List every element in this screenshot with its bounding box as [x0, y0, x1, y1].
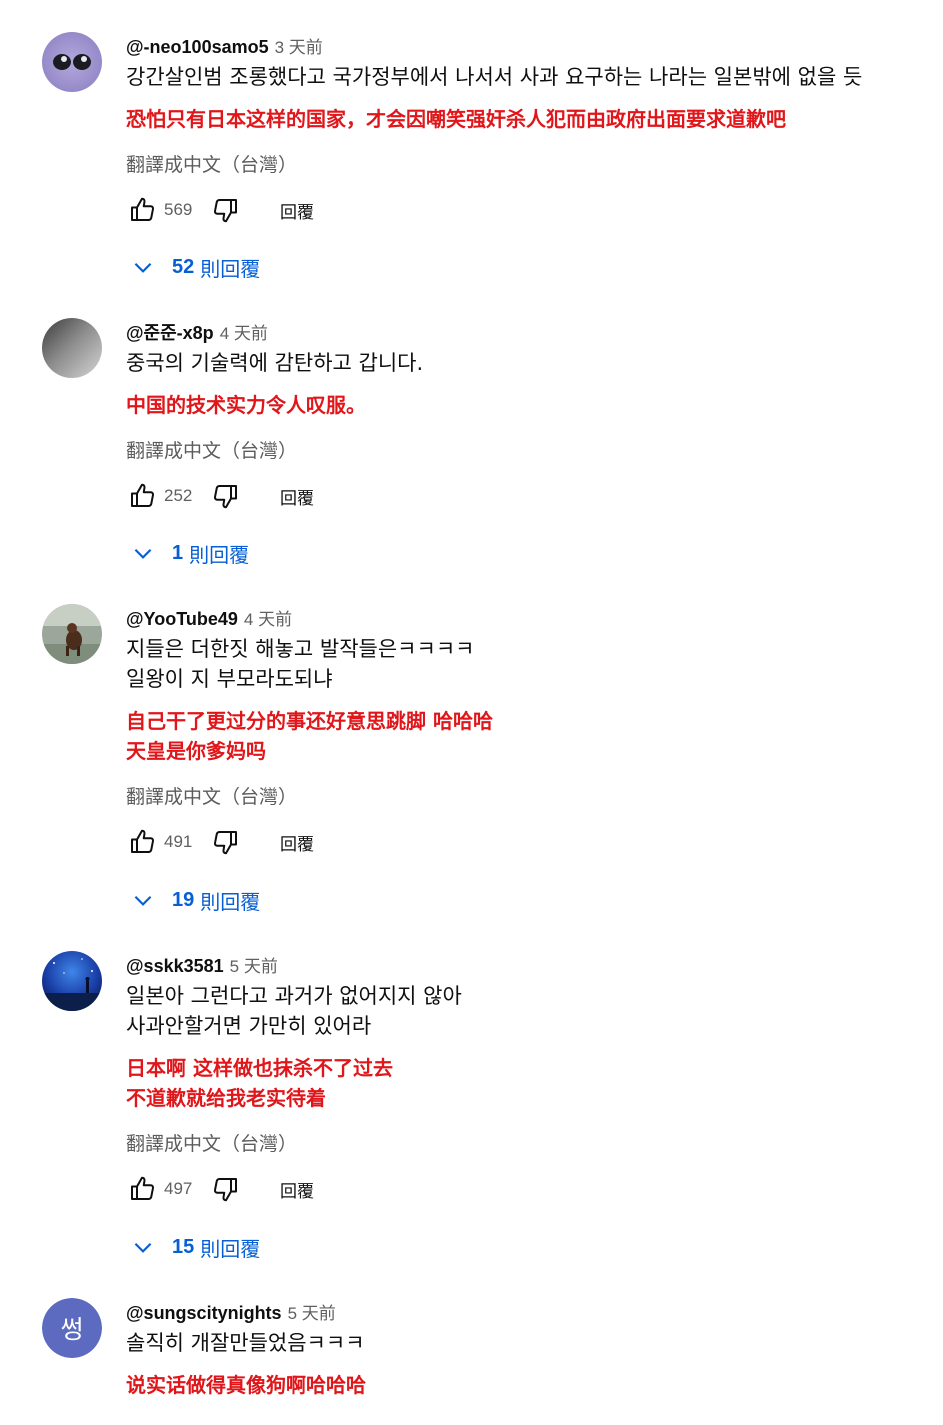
replies-label: 則回覆 [200, 256, 261, 281]
replies-label: 則回覆 [200, 1236, 261, 1261]
comment-time[interactable]: 3 天前 [275, 38, 323, 57]
view-replies-button[interactable]: 19 則回覆 [130, 884, 260, 916]
comment-author[interactable]: @-neo100samo5 [126, 37, 269, 57]
replies-count: 52 [172, 255, 195, 278]
comment-translation: 中国的技术实力令人叹服。 [126, 393, 366, 417]
avatar[interactable] [42, 604, 102, 664]
dislike-button[interactable] [210, 194, 242, 226]
comment-author[interactable]: @YooTube49 [126, 609, 238, 629]
thumbs-up-icon [131, 1176, 155, 1200]
view-replies-button[interactable]: 15 則回覆 [130, 1231, 260, 1263]
comment-time[interactable]: 5 天前 [230, 957, 278, 976]
reply-button[interactable]: 回覆 [280, 1177, 314, 1202]
avatar[interactable] [42, 32, 102, 92]
reply-button[interactable]: 回覆 [280, 484, 314, 509]
comment-translation: 天皇是你爹妈吗 [126, 739, 266, 763]
comment-time[interactable]: 4 天前 [220, 324, 268, 343]
like-count: 497 [164, 1179, 193, 1198]
comment-list: @-neo100samo5 3 天前 강간살인범 조롱했다고 국가정부에서 나서서… [0, 0, 943, 1425]
chevron-down-icon [134, 262, 152, 273]
replies-count: 1 [172, 541, 184, 564]
like-button[interactable] [126, 1173, 158, 1205]
avatar-image [42, 951, 102, 1011]
chevron-down-icon [134, 1242, 152, 1253]
thumbs-down-icon [213, 831, 237, 855]
thumbs-up-icon [131, 829, 155, 853]
thumbs-up-icon [131, 197, 155, 221]
reply-button[interactable]: 回覆 [280, 198, 314, 223]
chevron-down-icon [134, 895, 152, 906]
replies-count: 19 [172, 888, 195, 911]
comment-time[interactable]: 5 天前 [288, 1304, 336, 1323]
like-count: 252 [164, 486, 193, 505]
dislike-button[interactable] [210, 1173, 242, 1205]
avatar[interactable] [42, 318, 102, 378]
like-button[interactable] [126, 826, 158, 858]
translate-button[interactable]: 翻譯成中文（台灣） [126, 1129, 923, 1159]
avatar[interactable] [42, 951, 102, 1011]
thumbs-down-icon [213, 485, 237, 509]
replies-count: 15 [172, 1235, 195, 1258]
avatar-image [42, 32, 102, 92]
comment-translation: 不道歉就给我老实待着 [126, 1086, 326, 1110]
comment-translation: 日本啊 这样做也抹杀不了过去 [126, 1056, 393, 1080]
like-button[interactable] [126, 194, 158, 226]
thumbs-up-icon [131, 483, 155, 507]
view-replies-button[interactable]: 52 則回覆 [130, 251, 260, 283]
like-count: 491 [164, 832, 193, 851]
comment-author[interactable]: @준준-x8p [126, 323, 214, 343]
comment-translation: 自己干了更过分的事还好意思跳脚 哈哈哈 [126, 709, 493, 733]
dislike-button[interactable] [210, 480, 242, 512]
reply-button[interactable]: 回覆 [280, 830, 314, 855]
comment-text: 일왕이 지 부모라도되냐 [126, 667, 333, 691]
comment-text: 사과안할거면 가만히 있어라 [126, 1014, 372, 1038]
comment-author[interactable]: @sskk3581 [126, 956, 224, 976]
comment-translation: 说实话做得真像狗啊哈哈哈 [126, 1373, 366, 1397]
like-count: 569 [164, 200, 193, 219]
avatar-letter: 썽 [42, 1298, 102, 1358]
thumbs-down-icon [213, 199, 237, 223]
comment-text: 솔직히 개잘만들었음ㅋㅋㅋ [126, 1331, 365, 1355]
chevron-down-icon [134, 548, 152, 559]
comment-translation: 恐怕只有日本这样的国家，才会因嘲笑强奸杀人犯而由政府出面要求道歉吧 [126, 107, 786, 131]
comment-author[interactable]: @sungscitynights [126, 1303, 282, 1323]
view-replies-button[interactable]: 1 則回覆 [130, 537, 249, 569]
comment-text: 중국의 기술력에 감탄하고 갑니다. [126, 351, 424, 375]
replies-label: 則回覆 [189, 542, 250, 567]
comment-text: 일본아 그런다고 과거가 없어지지 않아 [126, 984, 462, 1008]
avatar-image [42, 604, 102, 664]
like-button[interactable] [126, 480, 158, 512]
replies-label: 則回覆 [200, 889, 261, 914]
translate-button[interactable]: 翻譯成中文（台灣） [126, 782, 923, 812]
comment-text: 강간살인범 조롱했다고 국가정부에서 나서서 사과 요구하는 나라는 일본밖에 … [126, 65, 863, 89]
comment-time[interactable]: 4 天前 [244, 610, 292, 629]
thumbs-down-icon [213, 1178, 237, 1202]
avatar-image [42, 318, 102, 378]
dislike-button[interactable] [210, 826, 242, 858]
comment-text: 지들은 더한짓 해놓고 발작들은ㅋㅋㅋㅋ [126, 637, 475, 661]
avatar[interactable]: 썽 [42, 1298, 102, 1358]
translate-button[interactable]: 翻譯成中文（台灣） [126, 436, 923, 466]
translate-button[interactable]: 翻譯成中文（台灣） [126, 150, 923, 180]
